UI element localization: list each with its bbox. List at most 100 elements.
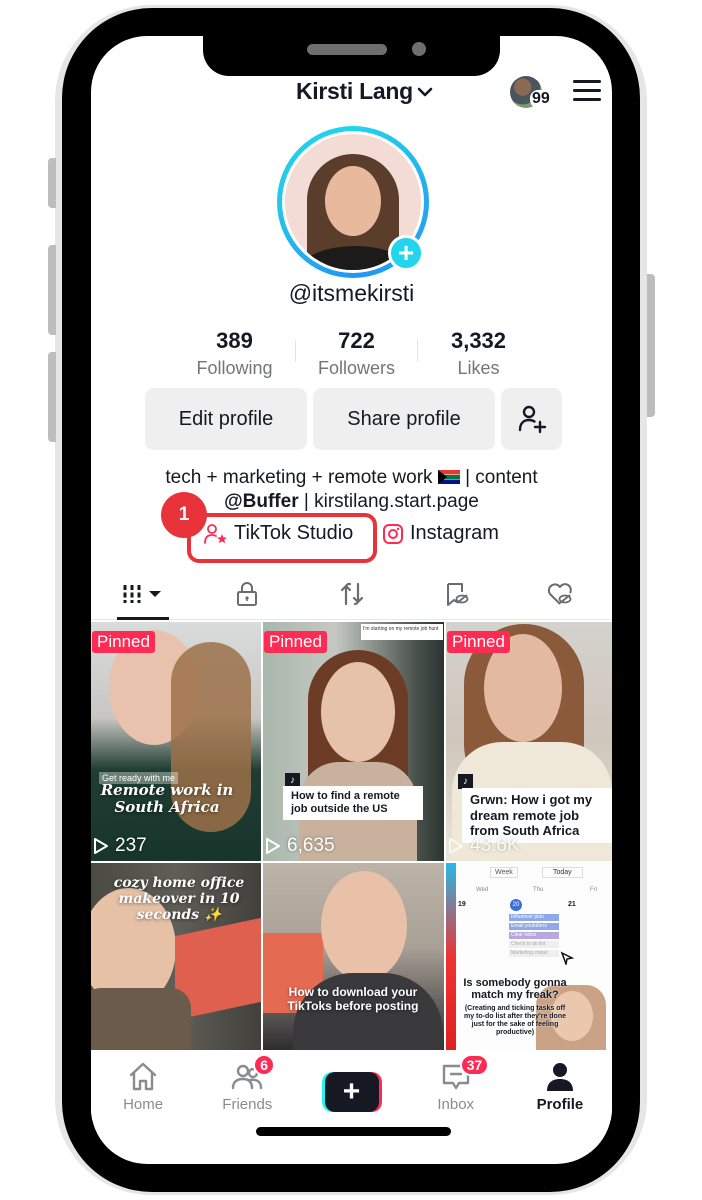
view-count: 43.6K xyxy=(448,835,520,857)
calendar-date: 19 xyxy=(458,901,466,908)
video-caption: cozy home office makeover in 10 seconds … xyxy=(113,875,245,924)
calendar-task: Influencer plan xyxy=(509,914,559,921)
video-thumbnail[interactable]: How to download your TikToks before post… xyxy=(263,863,444,1050)
pinned-badge: Pinned xyxy=(92,631,155,653)
username: @itsmekirsti xyxy=(288,280,415,306)
tab-videos[interactable] xyxy=(91,568,195,620)
calendar-today: Today xyxy=(542,867,583,878)
stat-following[interactable]: 389 Following xyxy=(174,328,295,382)
video-thumbnail[interactable]: Pinned Get ready with me Remote work in … xyxy=(91,622,261,861)
nav-label: Home xyxy=(123,1096,164,1113)
video-thumbnail[interactable]: Pinned ♪ Grwn: How i got my dream remote… xyxy=(446,622,612,861)
tab-reposts[interactable] xyxy=(299,568,403,619)
tab-private[interactable] xyxy=(195,568,299,619)
stat-value: 389 xyxy=(216,328,253,353)
pinned-badge: Pinned xyxy=(447,631,510,653)
cursor-icon xyxy=(560,951,574,965)
bio-text-suffix: | content xyxy=(459,467,538,488)
hamburger-menu-icon[interactable] xyxy=(573,80,601,102)
edit-profile-button[interactable]: Edit profile xyxy=(145,388,307,450)
stat-likes[interactable]: 3,332 Likes xyxy=(418,328,539,382)
bio-website[interactable]: | kirstilang.start.page xyxy=(299,491,479,512)
liked-hidden-icon xyxy=(547,582,572,605)
repost-icon xyxy=(340,582,363,605)
play-icon xyxy=(449,838,463,854)
speaker xyxy=(307,44,387,55)
south-africa-flag-icon xyxy=(437,470,460,484)
notch xyxy=(203,28,500,76)
add-friends-button[interactable] xyxy=(501,388,562,450)
grid-icon xyxy=(123,584,162,603)
share-profile-button[interactable]: Share profile xyxy=(313,388,495,450)
account-name: Kirsti Lang xyxy=(296,78,413,104)
video-caption: Remote work in South Africa xyxy=(100,781,234,817)
instagram-link[interactable]: Instagram xyxy=(382,522,499,545)
create-button[interactable]: + xyxy=(321,1072,382,1112)
home-icon xyxy=(129,1062,157,1091)
calendar-date: 21 xyxy=(568,901,576,908)
account-switcher[interactable]: Kirsti Lang xyxy=(296,78,433,105)
add-user-icon xyxy=(518,405,546,434)
calendar-day: Fri xyxy=(590,887,597,893)
bio-mention-link[interactable]: @Buffer xyxy=(224,491,298,512)
bookmark-hidden-icon xyxy=(446,582,469,606)
power-button xyxy=(647,274,655,417)
video-thumbnail[interactable]: Week Today Wed Thu Fri 19 20 21 Influenc… xyxy=(446,863,612,1050)
stat-value: 3,332 xyxy=(450,328,507,353)
nav-label: Inbox xyxy=(437,1096,475,1113)
view-count: 237 xyxy=(93,835,147,857)
annotation-highlight-box xyxy=(187,513,377,563)
video-caption: How to find a remote job outside the US xyxy=(283,786,423,821)
nav-label: Friends xyxy=(222,1096,273,1113)
profile-stats: 389 Following 722 Followers 3,332 Likes xyxy=(174,328,539,382)
screen: Kirsti Lang 99 + @itsmekirsti 389 Follow… xyxy=(91,36,612,1164)
calendar-view-select: Week xyxy=(490,867,518,878)
nav-home[interactable]: Home xyxy=(91,1050,195,1120)
pinned-badge: Pinned xyxy=(264,631,327,653)
view-count: 6,635 xyxy=(265,835,335,857)
add-story-plus-icon[interactable]: + xyxy=(388,235,424,271)
video-thumbnail[interactable]: cozy home office makeover in 10 seconds … xyxy=(91,863,261,1050)
bio-text: tech + marketing + remote work xyxy=(165,467,433,488)
calendar-task: Email youtubers xyxy=(509,923,559,930)
mute-switch xyxy=(48,158,56,208)
calendar-day: Wed xyxy=(476,887,489,893)
account-notification-count: 99 xyxy=(530,90,552,108)
nav-create[interactable]: + xyxy=(299,1050,403,1120)
stat-label: Likes xyxy=(457,358,500,378)
front-camera xyxy=(412,42,426,56)
video-sub-caption: (Creating and ticking tasks off my to-do… xyxy=(463,1005,566,1037)
calendar-task: Check to do list xyxy=(509,941,559,948)
nav-inbox[interactable]: Inbox 37 xyxy=(404,1050,508,1120)
inbox-notification-badge: 37 xyxy=(459,1054,490,1076)
nav-friends[interactable]: Friends 6 xyxy=(195,1050,299,1120)
nav-profile[interactable]: Profile xyxy=(508,1050,612,1120)
play-icon xyxy=(266,838,280,854)
profile-icon xyxy=(546,1063,573,1091)
profile-header: Kirsti Lang 99 xyxy=(91,76,612,116)
nav-label: Profile xyxy=(536,1096,584,1113)
video-caption: Is somebody gonna match my freak? xyxy=(463,977,567,1002)
tab-liked[interactable] xyxy=(508,568,612,619)
stat-label: Following xyxy=(196,358,273,378)
volume-up-button xyxy=(48,245,56,335)
content-tabs xyxy=(91,568,612,620)
video-thumbnail[interactable]: Pinned I'm starting on my remote job hun… xyxy=(263,622,444,861)
volume-down-button xyxy=(48,352,56,442)
calendar-task: Marketing colour xyxy=(509,950,559,957)
home-indicator xyxy=(256,1127,451,1136)
friends-notification-badge: 6 xyxy=(253,1054,276,1076)
calendar-day: Thu xyxy=(533,887,544,893)
video-caption: How to download your TikToks before post… xyxy=(287,985,419,1014)
tab-favorites[interactable] xyxy=(404,568,508,619)
instagram-label: Instagram xyxy=(410,522,499,544)
reply-bubble: I'm starting on my remote job hunt xyxy=(361,624,443,640)
calendar-task: Clear inbox xyxy=(509,932,559,939)
chevron-down-icon xyxy=(417,87,433,96)
stat-label: Followers xyxy=(317,358,396,378)
plus-icon: + xyxy=(324,1072,379,1112)
tiktok-logo-icon: ♪ xyxy=(458,774,473,789)
stat-followers[interactable]: 722 Followers xyxy=(296,328,417,382)
lock-icon xyxy=(237,581,258,606)
annotation-step-badge: 1 xyxy=(161,492,207,538)
